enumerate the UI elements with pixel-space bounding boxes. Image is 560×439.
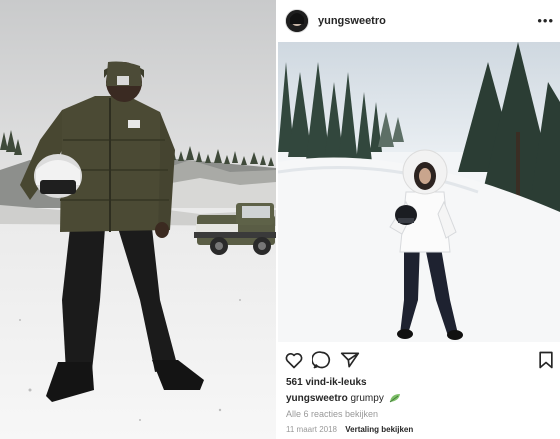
caption-username[interactable]: yungsweetro: [286, 393, 348, 404]
woman-in-snow-photo: [278, 42, 560, 342]
post-photo[interactable]: [278, 42, 560, 342]
cap-logo: [117, 76, 129, 85]
post-header: yungsweetro •••: [278, 0, 560, 42]
avatar-image: [286, 10, 308, 32]
more-options-icon[interactable]: •••: [537, 13, 554, 28]
heart-icon[interactable]: [284, 350, 304, 370]
translate-link[interactable]: Vertaling bekijken: [345, 425, 413, 434]
post-meta: 11 maart 2018 Vertaling bekijken: [286, 425, 413, 434]
paper-plane-icon[interactable]: [340, 350, 360, 370]
leaf-emoji-icon: [389, 394, 400, 403]
caption: yungsweetro grumpy: [286, 393, 401, 404]
left-photo: [0, 0, 276, 439]
post-date: 11 maart 2018: [286, 425, 337, 434]
caption-text: grumpy: [350, 393, 384, 404]
man-in-snow-photo: [0, 0, 276, 439]
post-username[interactable]: yungsweetro: [318, 15, 386, 27]
bookmark-icon[interactable]: [536, 350, 556, 370]
post-actions: [278, 350, 560, 372]
avatar[interactable]: [285, 9, 309, 33]
likes-count[interactable]: 561 vind-ik-leuks: [286, 377, 367, 388]
jacket-logo: [128, 120, 140, 128]
instagram-post: yungsweetro ••• 561 vind-ik-leuks yungsw…: [278, 0, 560, 439]
view-comments-link[interactable]: Alle 6 reacties bekijken: [286, 409, 378, 419]
comment-icon[interactable]: [312, 350, 332, 370]
